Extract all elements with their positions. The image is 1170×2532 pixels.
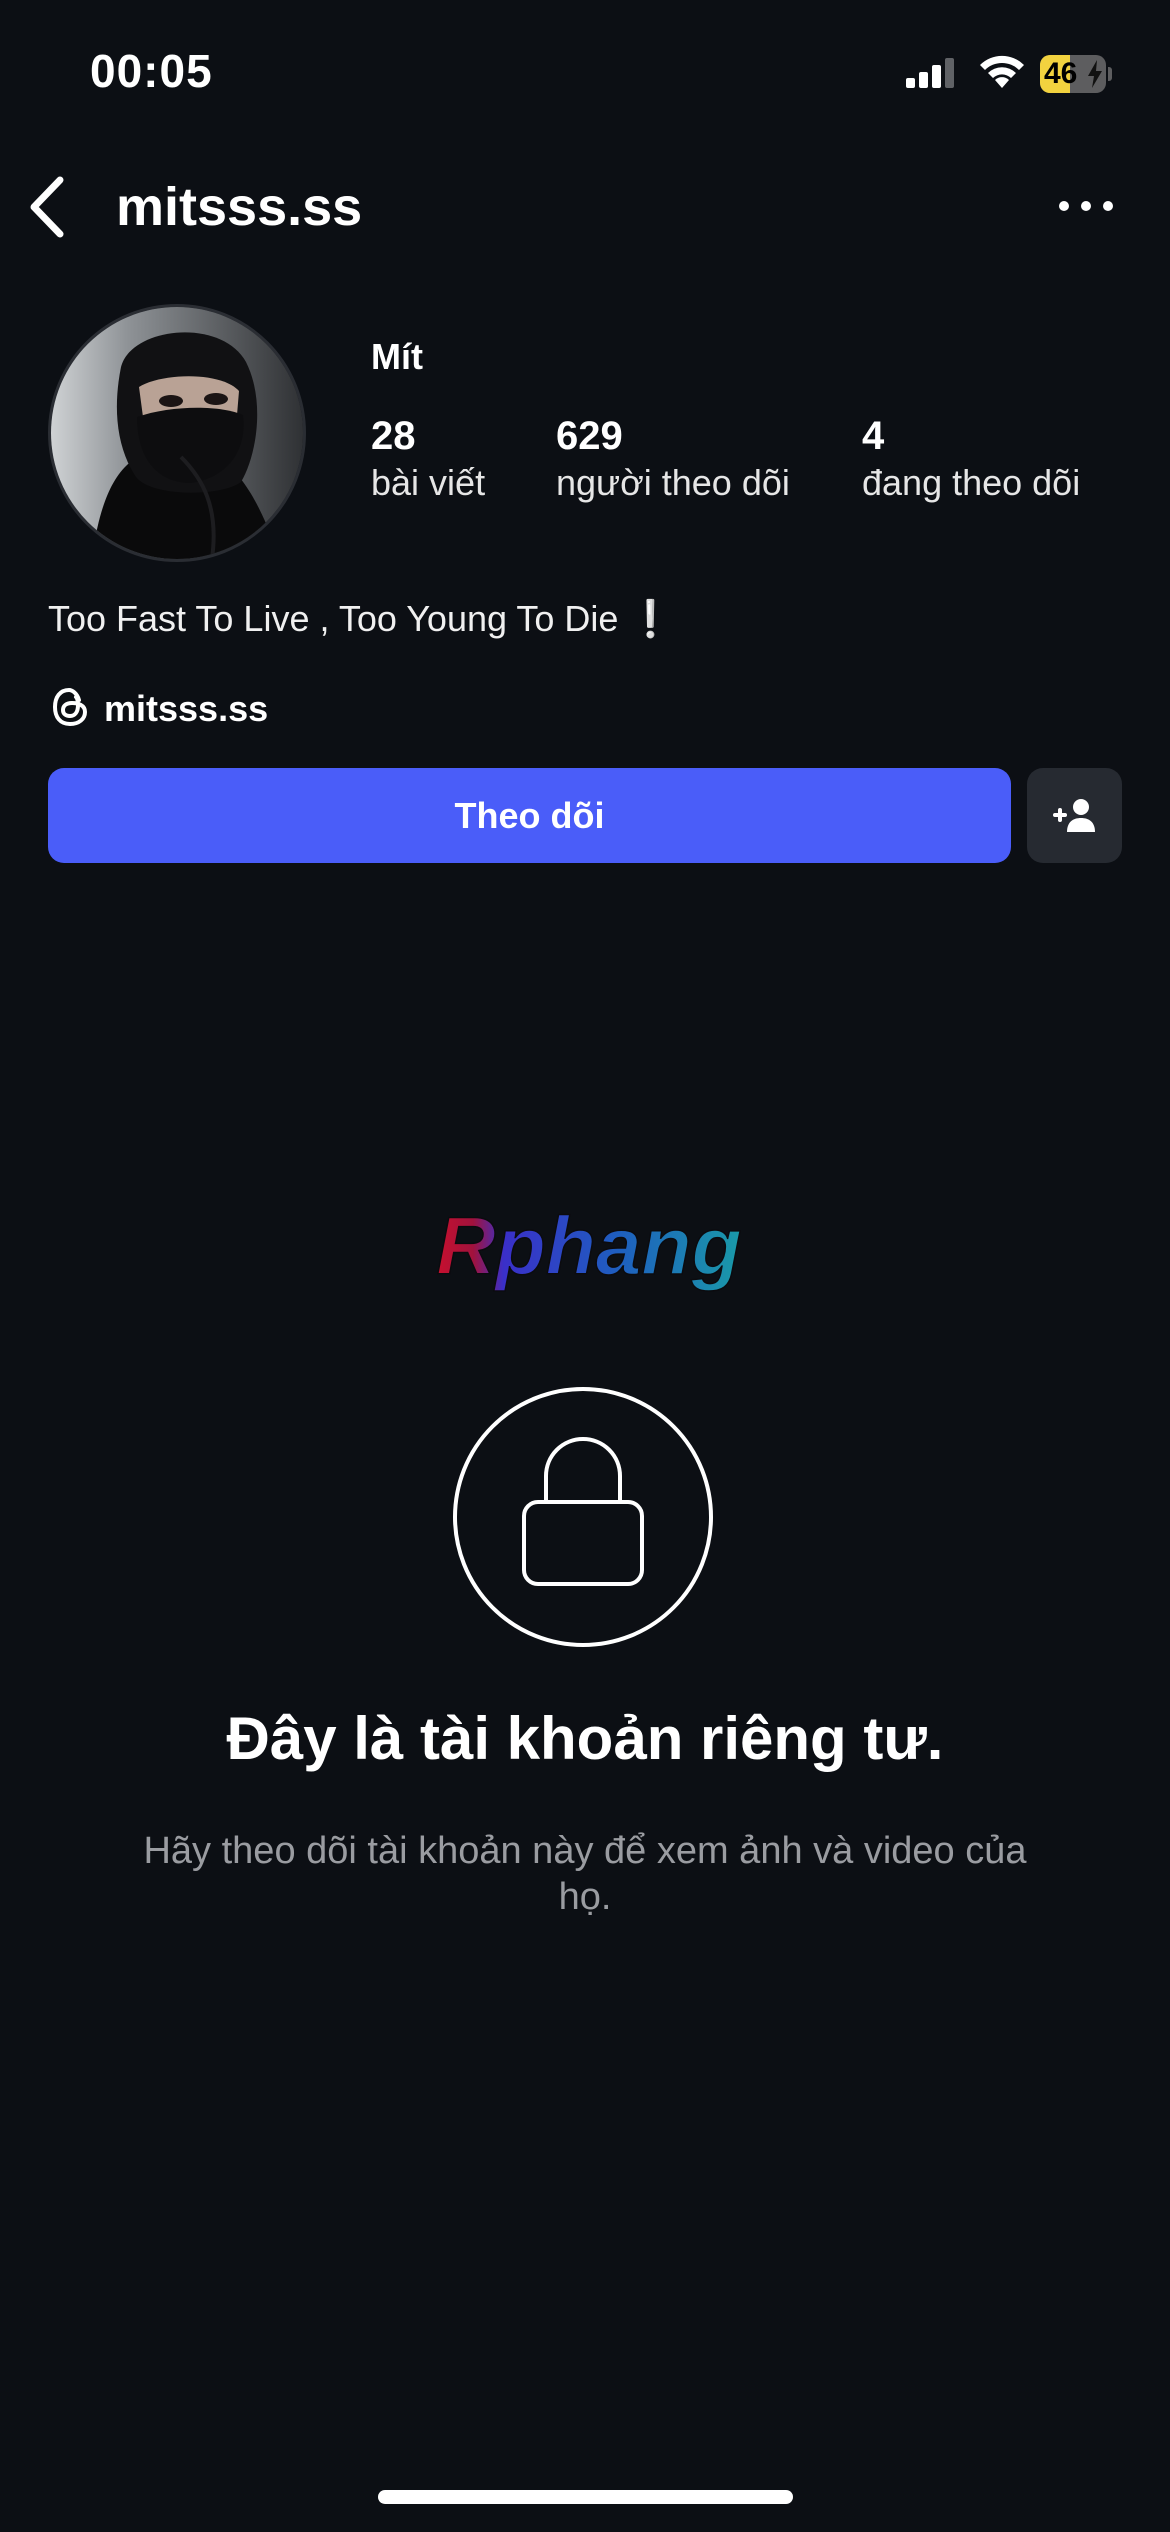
- private-account-subtitle: Hãy theo dõi tài khoản này để xem ảnh và…: [143, 1830, 1027, 1918]
- posts-label[interactable]: bài viết: [371, 462, 485, 504]
- suggested-users-button[interactable]: [1027, 768, 1122, 863]
- svg-text:Rphang: Rphang: [436, 1208, 741, 1292]
- battery-icon: 46: [1040, 55, 1112, 93]
- add-user-icon: [1052, 798, 1095, 832]
- bio-text: Too Fast To Live , Too Young To Die ❕: [48, 598, 674, 639]
- header-username: mitsss.ss: [116, 177, 363, 237]
- private-account-title: Đây là tài khoản riêng tư.: [226, 1705, 944, 1772]
- posts-count[interactable]: 28: [371, 414, 416, 459]
- charging-bolt-icon: [1088, 60, 1102, 88]
- threads-link[interactable]: mitsss.ss: [104, 688, 268, 730]
- status-time: 00:05: [90, 45, 213, 97]
- watermark-logo: Rphang: [436, 1208, 743, 1293]
- wifi-icon: [980, 55, 1024, 88]
- followers-count[interactable]: 629: [556, 414, 623, 459]
- more-button[interactable]: [1050, 188, 1122, 224]
- threads-icon[interactable]: [50, 686, 90, 728]
- avatar[interactable]: [48, 304, 306, 562]
- followers-label[interactable]: người theo dõi: [556, 462, 790, 504]
- avatar-photo: [51, 307, 303, 559]
- following-count[interactable]: 4: [862, 414, 884, 459]
- more-icon: [1059, 201, 1113, 211]
- following-label[interactable]: đang theo dõi: [862, 462, 1080, 504]
- back-arrow-icon: [30, 176, 64, 238]
- back-button[interactable]: [20, 170, 80, 244]
- lock-icon: [453, 1387, 713, 1647]
- battery-level: 46: [1044, 57, 1078, 90]
- home-indicator[interactable]: [378, 2490, 793, 2504]
- display-name: Mít: [371, 336, 423, 377]
- signal-icon: [906, 58, 954, 88]
- follow-button[interactable]: Theo dõi: [48, 768, 1011, 863]
